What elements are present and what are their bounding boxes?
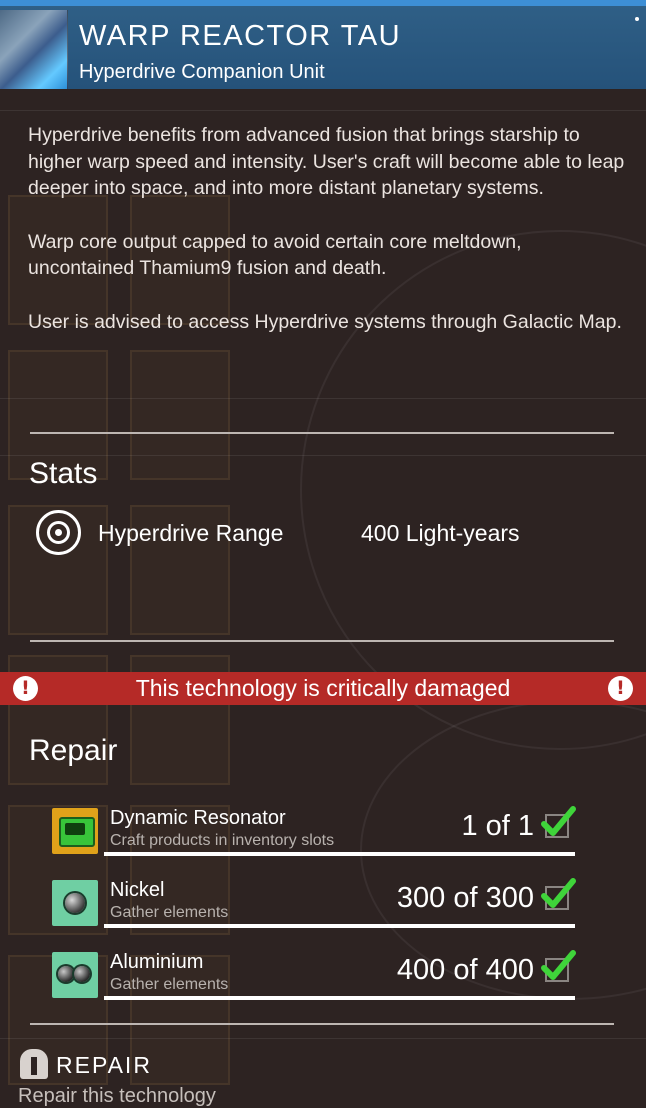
requirement-quantity: 1 of 1 <box>461 810 534 842</box>
section-divider <box>30 1023 614 1025</box>
target-icon <box>36 510 81 555</box>
panel-separator <box>0 110 646 111</box>
requirement-quantity: 400 of 400 <box>396 954 534 986</box>
requirement-name: Nickel <box>110 879 165 901</box>
stat-row-hyperdrive-range: Hyperdrive Range 400 Light-years <box>36 510 616 560</box>
requirement-name: Aluminium <box>110 951 204 973</box>
aluminium-icon <box>52 952 98 998</box>
requirement-progress-line <box>104 996 575 1000</box>
exclamation-icon: ! <box>13 676 38 701</box>
requirement-quantity: 300 of 300 <box>396 882 534 914</box>
checkmark-icon <box>541 950 576 982</box>
description-paragraph: Warp core output capped to avoid certain… <box>28 230 522 280</box>
checkmark-icon <box>541 878 576 910</box>
tech-subtitle: Hyperdrive Companion Unit <box>79 61 325 83</box>
requirement-name: Dynamic Resonator <box>110 807 286 829</box>
repair-button-label: REPAIR <box>56 1052 152 1078</box>
damage-warning-bar: ! This technology is critically damaged … <box>0 672 646 705</box>
repair-button-subtitle: Repair this technology <box>18 1085 216 1107</box>
requirement-subtitle: Gather elements <box>110 904 229 921</box>
tech-header: WARP REACTOR TAU Hyperdrive Companion Un… <box>0 0 646 89</box>
nickel-icon <box>52 880 98 926</box>
section-divider <box>30 640 614 642</box>
damage-warning-text: This technology is critically damaged <box>135 675 511 701</box>
stats-heading: Stats <box>29 457 98 490</box>
description-paragraph: Hyperdrive benefits from advanced fusion… <box>28 124 625 199</box>
exclamation-icon: ! <box>608 676 633 701</box>
stat-name: Hyperdrive Range <box>98 520 284 546</box>
stat-value: 400 Light-years <box>361 520 520 546</box>
requirement-subtitle: Craft products in inventory slots <box>110 832 335 849</box>
description-paragraph: User is advised to access Hyperdrive sys… <box>28 310 622 333</box>
repair-button[interactable]: REPAIR Repair this technology <box>18 1047 318 1107</box>
requirement-subtitle: Gather elements <box>110 976 229 993</box>
menu-dot-icon[interactable] <box>635 17 639 21</box>
tech-title: WARP REACTOR TAU <box>79 20 402 52</box>
panel-separator <box>0 1038 646 1039</box>
panel-separator <box>0 398 646 399</box>
repair-requirement-aluminium: Aluminium Gather elements 400 of 400 <box>52 950 582 1002</box>
requirement-progress-line <box>104 924 575 928</box>
repair-requirement-nickel: Nickel Gather elements 300 of 300 <box>52 878 582 930</box>
requirement-progress-line <box>104 852 575 856</box>
warp-reactor-thumbnail <box>0 10 68 89</box>
panel-separator <box>0 455 646 456</box>
repair-tool-icon <box>20 1049 48 1079</box>
background-slot <box>130 350 230 480</box>
repair-requirement-dynamic-resonator: Dynamic Resonator Craft products in inve… <box>52 806 582 858</box>
repair-heading: Repair <box>29 734 118 767</box>
dynamic-resonator-icon <box>52 808 98 854</box>
section-divider <box>30 432 614 434</box>
checkmark-icon <box>541 806 576 838</box>
tech-description: Hyperdrive benefits from advanced fusion… <box>28 122 628 362</box>
